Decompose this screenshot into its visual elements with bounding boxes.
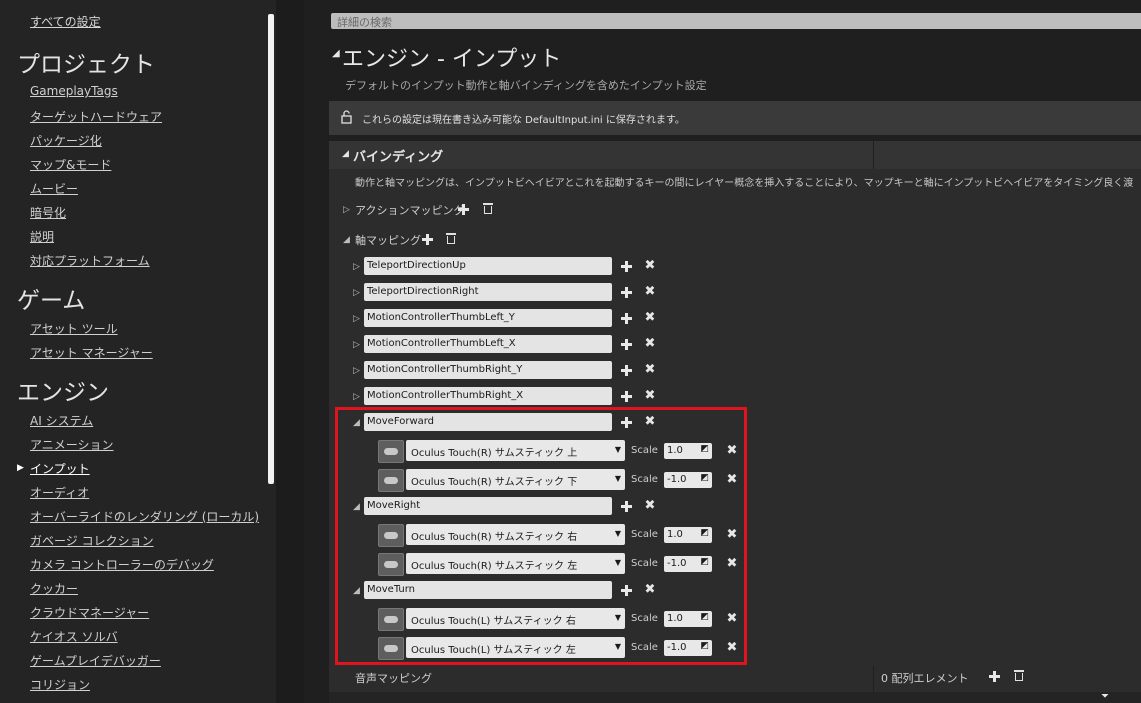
sidebar-item-ai-system[interactable]: AI システム bbox=[30, 412, 93, 429]
config-notice: これらの設定は現在書き込み可能な DefaultInput.ini に保存されま… bbox=[329, 101, 1141, 135]
axis-name-field[interactable]: MotionControllerThumbLeft_X bbox=[364, 335, 612, 353]
bindings-section: ◢ バインディング 動作と軸マッピングは、インプットビヘイビアとこれを起動するキ… bbox=[329, 141, 1141, 703]
expand-arrow-icon[interactable]: ▷ bbox=[353, 340, 360, 350]
active-item-arrow-icon: ▶ bbox=[17, 463, 24, 473]
search-input[interactable]: 詳細の検索 bbox=[331, 13, 1141, 29]
remove-axis-button[interactable]: ✖ bbox=[644, 389, 656, 402]
collapse-arrow-icon[interactable]: ◢ bbox=[332, 48, 340, 59]
category-engine: エンジン bbox=[17, 380, 109, 406]
array-element-count: 0 配列エレメント bbox=[881, 672, 969, 685]
column-divider bbox=[873, 141, 874, 169]
sidebar-scrollbar[interactable] bbox=[268, 14, 274, 484]
axis-name: MotionControllerThumbLeft_Y bbox=[367, 312, 515, 323]
sidebar-item-garbage-collection[interactable]: ガベージ コレクション bbox=[30, 532, 154, 549]
sidebar-item-packaging[interactable]: パッケージ化 bbox=[30, 132, 102, 149]
expand-arrow-icon[interactable]: ▷ bbox=[353, 392, 360, 402]
sidebar-item-collision[interactable]: コリジョン bbox=[30, 676, 90, 693]
bindings-header[interactable]: ◢ バインディング bbox=[329, 141, 1141, 169]
sidebar-item-camera-controller-debug[interactable]: カメラ コントローラーのデバッグ bbox=[30, 556, 214, 573]
sidebar-item-maps-modes[interactable]: マップ&モード bbox=[30, 156, 111, 173]
sidebar-item-encryption[interactable]: 暗号化 bbox=[30, 204, 66, 221]
expand-arrow-icon[interactable]: ▷ bbox=[353, 314, 360, 324]
add-key-button[interactable] bbox=[620, 338, 633, 351]
category-project: プロジェクト bbox=[17, 52, 155, 78]
collapse-arrow-icon[interactable]: ◢ bbox=[342, 149, 349, 159]
column-divider bbox=[873, 666, 874, 692]
speech-mappings-label: 音声マッピング bbox=[355, 672, 432, 685]
expand-arrow-icon[interactable]: ▷ bbox=[353, 366, 360, 376]
expand-arrow-icon[interactable]: ▷ bbox=[343, 205, 350, 215]
expand-arrow-icon[interactable]: ▷ bbox=[353, 288, 360, 298]
sidebar-item-supported-platforms[interactable]: 対応プラットフォーム bbox=[30, 252, 150, 269]
remove-axis-button[interactable]: ✖ bbox=[644, 285, 656, 298]
sidebar-item-audio[interactable]: オーディオ bbox=[30, 484, 89, 501]
page-title: エンジン - インプット bbox=[342, 47, 562, 72]
add-key-button[interactable] bbox=[620, 260, 633, 273]
clear-axis-mappings-button[interactable] bbox=[446, 233, 456, 245]
sidebar-item-chaos-solver[interactable]: ケイオス ソルバ bbox=[30, 628, 118, 645]
sidebar-item-input[interactable]: インプット bbox=[30, 460, 90, 477]
axis-name-field[interactable]: TeleportDirectionRight bbox=[364, 283, 612, 301]
sidebar-item-rendering-overrides[interactable]: オーバーライドのレンダリング (ローカル) bbox=[30, 508, 259, 525]
panel-splitter[interactable] bbox=[276, 0, 305, 703]
unlock-icon bbox=[341, 110, 352, 124]
sidebar-item-gameplaytags[interactable]: GameplayTags bbox=[30, 84, 118, 98]
search-placeholder: 詳細の検索 bbox=[337, 16, 392, 29]
highlight-box bbox=[335, 407, 747, 665]
details-panel: 詳細の検索 ◢ エンジン - インプット デフォルトのインプット動作と軸バインデ… bbox=[304, 0, 1141, 703]
sidebar-item-animation[interactable]: アニメーション bbox=[30, 436, 114, 453]
add-speech-mapping-button[interactable] bbox=[988, 670, 1001, 683]
page-description: デフォルトのインプット動作と軸バインディングを含めたインプット設定 bbox=[345, 79, 707, 92]
axis-name-field[interactable]: MotionControllerThumbRight_X bbox=[364, 387, 612, 405]
axis-name: MotionControllerThumbRight_Y bbox=[367, 364, 523, 375]
advanced-toggle-bar[interactable]: ⏷ bbox=[329, 691, 1141, 703]
remove-axis-button[interactable]: ✖ bbox=[644, 337, 656, 350]
axis-name-field[interactable]: MotionControllerThumbLeft_Y bbox=[364, 309, 612, 327]
sidebar-item-cooker[interactable]: クッカー bbox=[30, 580, 78, 597]
action-mappings-label: アクションマッピング bbox=[355, 204, 465, 217]
bindings-title: バインディング bbox=[353, 150, 444, 165]
remove-axis-button[interactable]: ✖ bbox=[644, 363, 656, 376]
category-game: ゲーム bbox=[17, 288, 86, 314]
sidebar-item-asset-manager[interactable]: アセット マネージャー bbox=[30, 344, 153, 361]
axis-name-field[interactable]: TeleportDirectionUp bbox=[364, 257, 612, 275]
collapse-arrow-icon[interactable]: ◢ bbox=[343, 235, 350, 245]
all-settings-link[interactable]: すべての設定 bbox=[30, 13, 101, 30]
sidebar-item-cloud-manager[interactable]: クラウドマネージャー bbox=[30, 604, 149, 621]
add-key-button[interactable] bbox=[620, 312, 633, 325]
add-key-button[interactable] bbox=[620, 390, 633, 403]
clear-action-mappings-button[interactable] bbox=[483, 203, 493, 215]
add-axis-mapping-button[interactable] bbox=[421, 233, 434, 246]
sidebar-item-gameplay-debugger[interactable]: ゲームプレイデバッガー bbox=[30, 652, 161, 669]
add-key-button[interactable] bbox=[620, 286, 633, 299]
sidebar-item-asset-tools[interactable]: アセット ツール bbox=[30, 320, 118, 337]
sidebar-item-description[interactable]: 説明 bbox=[30, 228, 54, 245]
axis-name: TeleportDirectionRight bbox=[367, 286, 479, 297]
speech-mappings-row: 音声マッピング 0 配列エレメント bbox=[329, 666, 1141, 692]
axis-name: MotionControllerThumbRight_X bbox=[367, 390, 524, 401]
axis-name-field[interactable]: MotionControllerThumbRight_Y bbox=[364, 361, 612, 379]
axis-name: TeleportDirectionUp bbox=[367, 260, 466, 271]
axis-name: MotionControllerThumbLeft_X bbox=[367, 338, 516, 349]
clear-speech-mappings-button[interactable] bbox=[1014, 670, 1024, 682]
remove-axis-button[interactable]: ✖ bbox=[644, 259, 656, 272]
notice-text: これらの設定は現在書き込み可能な DefaultInput.ini に保存されま… bbox=[362, 115, 685, 126]
sidebar-item-target-hardware[interactable]: ターゲットハードウェア bbox=[30, 108, 162, 125]
add-action-mapping-button[interactable] bbox=[457, 203, 470, 216]
axis-mappings-label: 軸マッピング bbox=[355, 234, 421, 247]
expand-arrow-icon[interactable]: ▷ bbox=[353, 262, 360, 272]
sidebar-item-movies[interactable]: ムービー bbox=[30, 180, 78, 197]
settings-sidebar: すべての設定 プロジェクト GameplayTags ターゲットハードウェア パ… bbox=[0, 0, 276, 703]
add-key-button[interactable] bbox=[620, 364, 633, 377]
remove-axis-button[interactable]: ✖ bbox=[644, 311, 656, 324]
bindings-description: 動作と軸マッピングは、インプットビヘイビアとこれを起動するキーの間にレイヤー概念… bbox=[355, 178, 1134, 189]
expand-down-icon[interactable]: ⏷ bbox=[1101, 691, 1109, 702]
